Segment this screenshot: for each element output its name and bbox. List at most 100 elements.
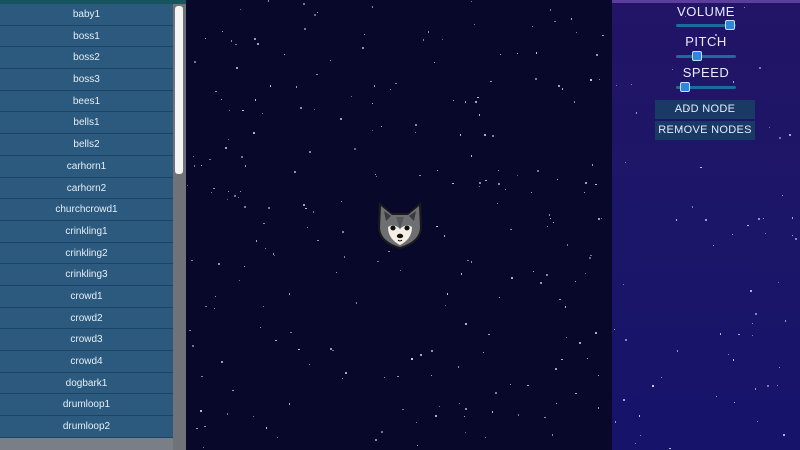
- space-star: [539, 282, 542, 285]
- space-star: [484, 436, 486, 438]
- space-star: [457, 366, 460, 368]
- space-star: [592, 164, 594, 166]
- sound-list-item[interactable]: crowd4: [0, 351, 173, 373]
- space-star: [189, 329, 191, 331]
- panel-star: [755, 313, 758, 316]
- space-star: [414, 124, 417, 127]
- sound-list-item[interactable]: crinkling1: [0, 220, 173, 243]
- space-star: [254, 37, 257, 40]
- sound-list-item[interactable]: bells1: [0, 112, 173, 135]
- sound-list-item[interactable]: boss1: [0, 25, 173, 48]
- sound-list-item[interactable]: boss3: [0, 69, 173, 91]
- panel-star: [625, 161, 627, 163]
- sound-list-item[interactable]: drumloop1: [0, 394, 173, 417]
- space-star: [555, 368, 558, 371]
- space-star: [436, 170, 439, 172]
- space-star: [343, 256, 346, 258]
- remove-nodes-button[interactable]: REMOVE NODES: [655, 121, 755, 140]
- space-star: [308, 363, 311, 366]
- space-star: [561, 88, 564, 90]
- panel-star: [732, 233, 734, 236]
- panel-star: [640, 434, 642, 436]
- space-star: [510, 229, 512, 231]
- panel-star: [613, 328, 615, 330]
- space-star: [546, 225, 549, 228]
- space-star: [490, 81, 492, 83]
- space-star: [267, 207, 270, 210]
- sound-list-item[interactable]: bees1: [0, 90, 173, 113]
- space-star: [213, 187, 215, 190]
- panel-star: [783, 434, 785, 436]
- space-star: [230, 40, 233, 42]
- panel-star: [791, 234, 794, 236]
- panel-star: [764, 233, 767, 235]
- space-star: [214, 307, 216, 309]
- space-star: [590, 79, 592, 81]
- volume-slider-thumb[interactable]: [725, 20, 735, 30]
- sound-list-item[interactable]: crowd2: [0, 307, 173, 330]
- space-star: [307, 226, 309, 229]
- space-star: [268, 0, 270, 2]
- space-star: [434, 61, 436, 64]
- space-star: [309, 151, 311, 153]
- space-star: [516, 53, 519, 55]
- sound-list-item[interactable]: crowd3: [0, 329, 173, 351]
- space-star: [381, 125, 383, 127]
- speed-slider-thumb[interactable]: [680, 82, 690, 92]
- sound-list-item[interactable]: crinkling3: [0, 264, 173, 286]
- space-star: [570, 18, 573, 20]
- wolf-icon[interactable]: [374, 199, 426, 251]
- space-star: [302, 203, 305, 206]
- space-star: [415, 132, 417, 134]
- space-star: [491, 411, 493, 413]
- space-star: [191, 260, 193, 262]
- space-star: [299, 107, 302, 110]
- sound-list-item[interactable]: crowd1: [0, 285, 173, 308]
- space-star: [597, 374, 600, 376]
- space-star: [475, 101, 478, 104]
- space-star: [314, 14, 317, 17]
- pitch-slider[interactable]: [676, 51, 736, 61]
- panel-star: [750, 290, 752, 292]
- sound-list-scrollbar[interactable]: [173, 4, 186, 450]
- space-star: [363, 33, 365, 35]
- space-star: [557, 84, 560, 87]
- add-node-button[interactable]: ADD NODE: [655, 100, 755, 119]
- sound-list-item[interactable]: baby1: [0, 4, 173, 26]
- sound-list-item[interactable]: drumloop2: [0, 416, 173, 438]
- space-star: [470, 0, 473, 3]
- panel-star: [763, 217, 765, 220]
- speed-slider[interactable]: [676, 82, 736, 92]
- space-star: [471, 261, 473, 263]
- space-star: [390, 88, 392, 90]
- space-star: [482, 351, 485, 354]
- panel-star: [691, 206, 693, 208]
- sound-list-item[interactable]: dogbark1: [0, 372, 173, 395]
- space-star: [290, 331, 292, 334]
- space-star: [228, 110, 231, 112]
- sound-list-item[interactable]: carhorn2: [0, 177, 173, 200]
- space-star: [269, 85, 272, 87]
- space-star: [436, 226, 438, 228]
- sound-list-item[interactable]: boss2: [0, 47, 173, 70]
- sound-list-item[interactable]: crinkling2: [0, 242, 173, 265]
- pitch-slider-thumb[interactable]: [692, 51, 702, 61]
- space-star: [317, 240, 319, 242]
- sound-list-item[interactable]: carhorn1: [0, 155, 173, 178]
- space-star: [517, 414, 520, 416]
- space-star: [452, 99, 454, 102]
- space-star: [445, 304, 447, 307]
- space-star: [275, 340, 277, 342]
- space-star: [345, 372, 347, 374]
- space-star: [584, 182, 587, 184]
- space-star: [417, 444, 419, 447]
- space-star: [531, 191, 533, 193]
- space-star: [509, 383, 512, 385]
- sound-list-item[interactable]: churchcrowd1: [0, 199, 173, 221]
- volume-slider[interactable]: [676, 20, 736, 30]
- scrollbar-thumb[interactable]: [175, 6, 183, 174]
- space-star: [470, 155, 472, 157]
- sound-list-item[interactable]: bells2: [0, 134, 173, 156]
- space-star: [554, 20, 556, 23]
- space-star: [535, 77, 538, 80]
